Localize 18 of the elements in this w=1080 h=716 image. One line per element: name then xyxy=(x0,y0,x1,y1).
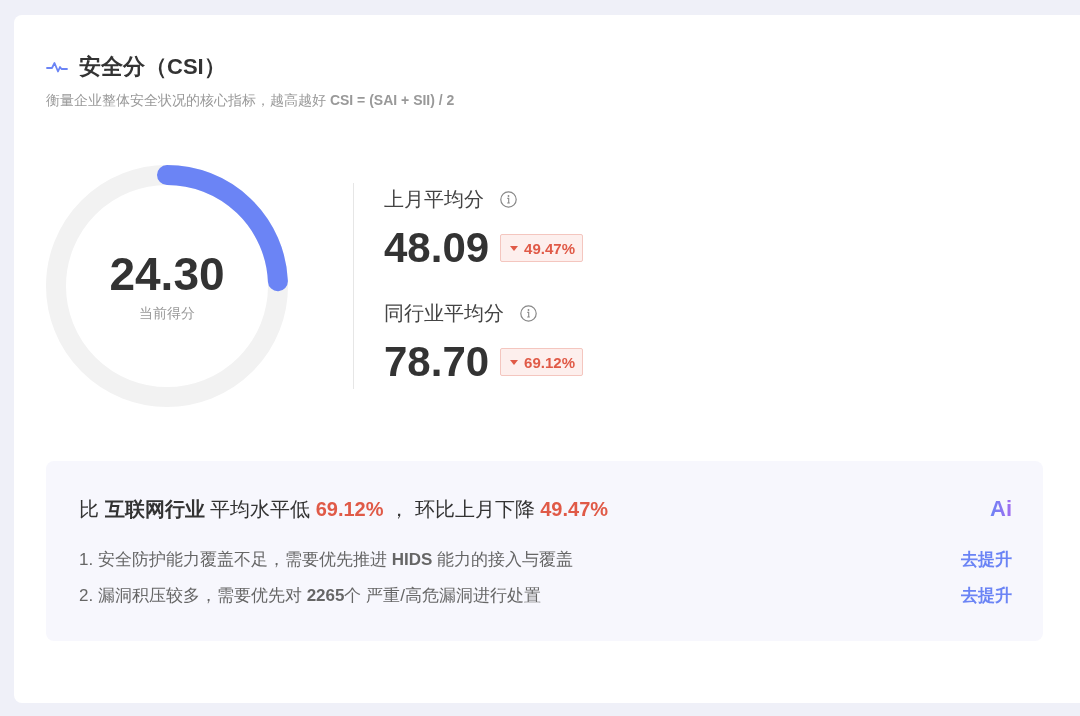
suggestion-text: 2. 漏洞积压较多，需要优先对 2265个 严重/高危漏洞进行处置 xyxy=(79,585,541,607)
stat-value: 78.70 xyxy=(384,337,490,387)
current-score-label: 当前得分 xyxy=(139,304,195,323)
section-title: 安全分（CSI） xyxy=(79,53,226,81)
current-score: 24.30 xyxy=(109,249,225,299)
info-icon[interactable] xyxy=(500,190,517,208)
summary-headline: 比 互联网行业 平均水平低 69.12% ， 环比上月下降 49.47% xyxy=(79,497,609,522)
improve-link[interactable]: 去提升 xyxy=(961,548,1012,572)
stat-value: 48.09 xyxy=(384,223,490,273)
section-subtitle: 衡量企业整体安全状况的核心指标，越高越好 CSI = (SAI + SII) / 2 xyxy=(46,91,456,110)
improve-link[interactable]: 去提升 xyxy=(961,584,1012,608)
stat-label: 上月平均分 xyxy=(384,187,484,212)
suggestion-text: 1. 安全防护能力覆盖不足，需要优先推进 HIDS 能力的接入与覆盖 xyxy=(79,549,573,571)
stat-label: 同行业平均分 xyxy=(384,301,504,326)
pulse-icon xyxy=(46,61,68,73)
change-value: 49.47% xyxy=(524,239,575,257)
info-icon[interactable] xyxy=(520,304,537,322)
change-value: 69.12% xyxy=(524,353,575,371)
